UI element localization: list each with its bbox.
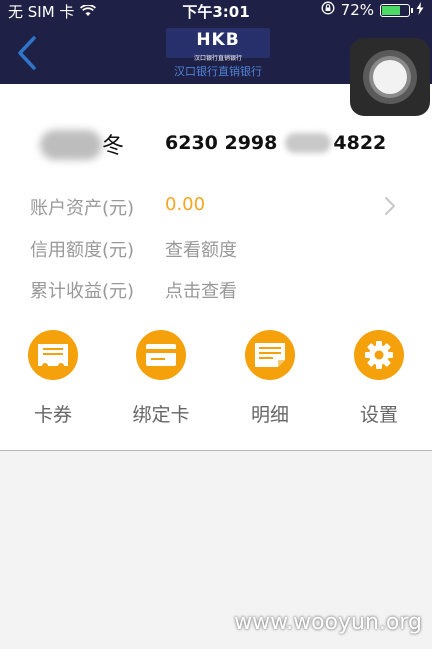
account-name: 冬 — [102, 134, 125, 159]
shortcut-settings-label: 设置 — [359, 404, 398, 426]
shortcut-coupons-label: 卡券 — [33, 404, 72, 426]
rotation-lock-icon — [321, 1, 335, 19]
credit-row: 信用额度(元) 查看额度 — [30, 236, 410, 264]
assistive-touch-button[interactable] — [350, 38, 430, 116]
redacted-card-digits — [285, 133, 332, 153]
details-icon — [245, 330, 295, 380]
bank-card-icon — [136, 330, 186, 380]
logo-subtext-large: 汉口银行直销银行 — [174, 65, 262, 78]
battery-icon — [380, 3, 413, 17]
card-number: 6230 2998 4822 — [165, 132, 386, 154]
credit-label: 信用额度(元) — [30, 240, 135, 261]
charging-icon — [416, 1, 424, 19]
battery-fill — [382, 5, 400, 15]
earnings-label: 累计收益(元) — [30, 281, 135, 302]
account-header: 冬 6230 2998 4822 — [0, 128, 432, 162]
card-number-start: 6230 2998 — [165, 132, 278, 154]
shortcut-details[interactable]: 明细 — [225, 330, 315, 440]
gear-icon — [354, 330, 404, 380]
chevron-right-icon — [384, 196, 396, 221]
redacted-name — [40, 130, 102, 160]
screen: 无 SIM 卡 下午3:01 72% HKB 汉口银行直销银行 汉口银行直销银行… — [0, 0, 432, 649]
asset-value: 0.00 — [165, 194, 206, 215]
hkb-logo: HKB 汉口银行直销银行 汉口银行直销银行 — [166, 26, 270, 80]
shortcut-grid: 卡券 绑定卡 明细 设置 — [0, 330, 432, 440]
view-credit-link[interactable]: 查看额度 — [165, 236, 237, 262]
assistive-touch-icon — [363, 50, 417, 104]
shortcut-details-label: 明细 — [250, 404, 289, 426]
battery-percent: 72% — [340, 1, 374, 19]
account-panel: 冬 6230 2998 4822 账户资产(元) 0.00 信用额度(元) 查看… — [0, 84, 432, 450]
shortcut-settings[interactable]: 设置 — [334, 330, 424, 440]
coupon-icon — [28, 330, 78, 380]
chevron-left-icon — [18, 36, 36, 70]
logo-text: HKB — [196, 30, 240, 50]
view-earnings-link[interactable]: 点击查看 — [165, 277, 237, 303]
shortcut-bind-card-label: 绑定卡 — [132, 404, 190, 426]
status-right: 72% — [321, 1, 424, 19]
shortcut-coupons[interactable]: 卡券 — [8, 330, 98, 440]
asset-label: 账户资产(元) — [30, 198, 135, 219]
logo-subtext: 汉口银行直销银行 — [193, 55, 242, 62]
watermark: www.wooyun.org — [234, 610, 422, 635]
shortcut-bind-card[interactable]: 绑定卡 — [116, 330, 206, 440]
asset-row[interactable]: 账户资产(元) 0.00 — [30, 194, 410, 222]
earnings-row: 累计收益(元) 点击查看 — [30, 277, 410, 305]
back-button[interactable] — [12, 34, 42, 72]
card-number-end: 4822 — [333, 132, 387, 154]
status-bar: 无 SIM 卡 下午3:01 72% — [0, 0, 432, 22]
